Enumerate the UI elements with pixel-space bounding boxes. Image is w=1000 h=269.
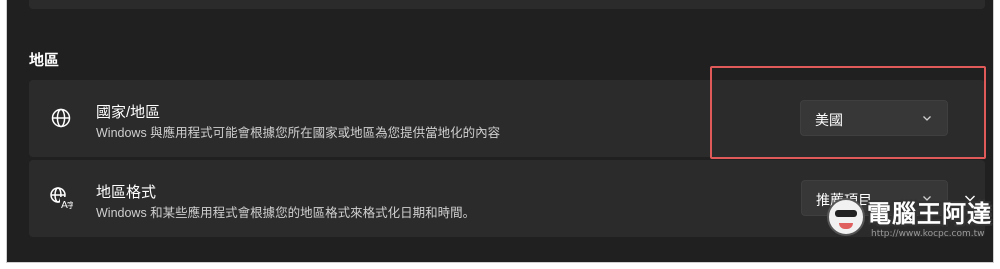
annotation-highlight-box [710,66,986,159]
regional-format-description: Windows 和某些應用程式會根據您的地區格式來格式化日期和時間。 [96,206,476,220]
country-region-title: 國家/地區 [96,104,161,121]
section-title: 地區 [29,52,60,69]
country-region-description: Windows 與應用程式可能會根據您所在國家或地區為您提供當地化的內容 [96,126,501,140]
watermark-url: http://www.kocpc.com.tw [871,229,985,239]
svg-text:字: 字 [67,200,73,210]
globe-icon [51,108,71,128]
site-watermark: 電腦王阿達 http://www.kocpc.com.tw [827,188,993,246]
watermark-mascot-icon [827,198,865,236]
regional-format-title: 地區格式 [96,184,157,201]
language-format-icon: A 字 [50,187,73,210]
previous-settings-card [29,0,985,9]
watermark-title: 電腦王阿達 [867,201,992,228]
settings-panel: 地區 國家/地區 Windows 與應用程式可能會根據您所在國家或地區為您提供當… [6,0,994,263]
